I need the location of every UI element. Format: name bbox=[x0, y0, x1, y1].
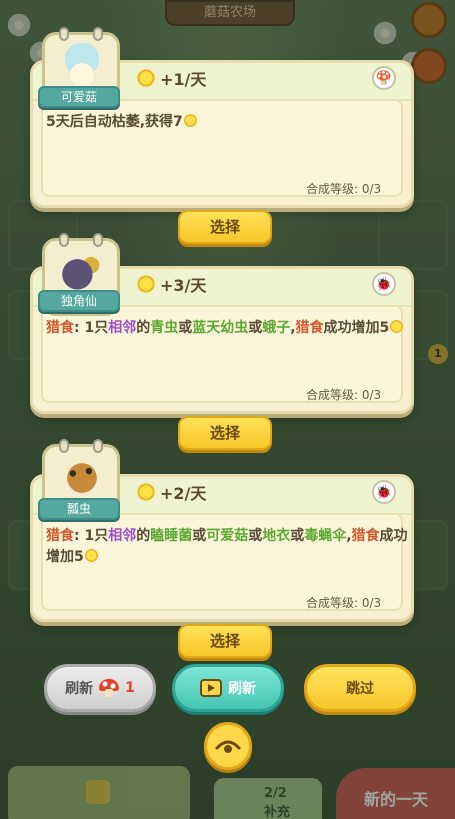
refresh-cost: 1 bbox=[125, 680, 135, 696]
sun-icon bbox=[136, 68, 156, 88]
refresh-ad-label: 刷新 bbox=[228, 681, 256, 697]
mushroom-type-icon: 🍄 bbox=[372, 66, 396, 90]
locked-slot bbox=[8, 766, 190, 819]
card-yield: +1/天 bbox=[136, 66, 206, 90]
select-button[interactable]: 选择 bbox=[178, 624, 272, 658]
card-name: 独角仙 bbox=[38, 290, 120, 312]
card-description: 5天后自动枯萎,获得7 bbox=[46, 112, 415, 133]
lock-icon bbox=[86, 780, 110, 804]
mushroom-currency-icon bbox=[99, 679, 120, 697]
sun-icon bbox=[136, 274, 156, 294]
refresh-paid-label: 刷新 bbox=[65, 681, 94, 697]
select-button[interactable]: 选择 bbox=[178, 416, 272, 450]
sun-icon bbox=[136, 482, 156, 502]
merge-level: 合成等级: 0/3 bbox=[306, 388, 382, 402]
sun-icon bbox=[83, 548, 99, 563]
card-yield: +2/天 bbox=[136, 480, 206, 504]
rhino-beetle-icon bbox=[59, 249, 105, 295]
video-ad-icon bbox=[200, 679, 222, 697]
select-button[interactable]: 选择 bbox=[178, 210, 272, 244]
sun-icon bbox=[389, 319, 405, 334]
cute-mushroom-icon bbox=[59, 43, 105, 89]
ladybug-icon bbox=[59, 455, 105, 501]
card-description: 猎食: 1只相邻的瞌睡菌或可爱菇或地衣或毒蝇伞,猎食成功增加5 bbox=[46, 528, 408, 565]
water-label: 补充 bbox=[264, 805, 291, 819]
refresh-ad-button[interactable]: 刷新 bbox=[172, 664, 284, 712]
yield-value: +2/天 bbox=[160, 484, 207, 503]
merge-level: 合成等级: 0/3 bbox=[306, 182, 382, 196]
eye-icon bbox=[215, 740, 241, 753]
refresh-paid-button[interactable]: 刷新 1 bbox=[44, 664, 156, 712]
skip-button[interactable]: 跳过 bbox=[304, 664, 416, 712]
yield-value: +1/天 bbox=[160, 70, 207, 89]
next-day-button[interactable]: 新的一天 bbox=[336, 768, 455, 819]
card-name: 可爱菇 bbox=[38, 86, 120, 108]
card-yield: +3/天 bbox=[136, 272, 206, 296]
description-text: 5天后自动枯萎,获得7 bbox=[46, 114, 183, 130]
card-name: 瓢虫 bbox=[38, 498, 120, 520]
card-description: 猎食: 1只相邻的青虫或蓝天幼虫或蛾子,猎食成功增加5 bbox=[46, 318, 415, 339]
sun-icon bbox=[182, 113, 198, 128]
ladybug-type-icon: 🐞 bbox=[372, 272, 396, 296]
ladybug-type-icon: 🐞 bbox=[372, 480, 396, 504]
merge-level: 合成等级: 0/3 bbox=[306, 596, 382, 610]
water-counter: 2/2 补充 bbox=[214, 778, 322, 819]
hide-panel-eye-button[interactable] bbox=[204, 722, 252, 770]
water-count: 2/2 bbox=[264, 786, 287, 801]
yield-value: +3/天 bbox=[160, 276, 207, 295]
skip-label: 跳过 bbox=[346, 681, 374, 697]
